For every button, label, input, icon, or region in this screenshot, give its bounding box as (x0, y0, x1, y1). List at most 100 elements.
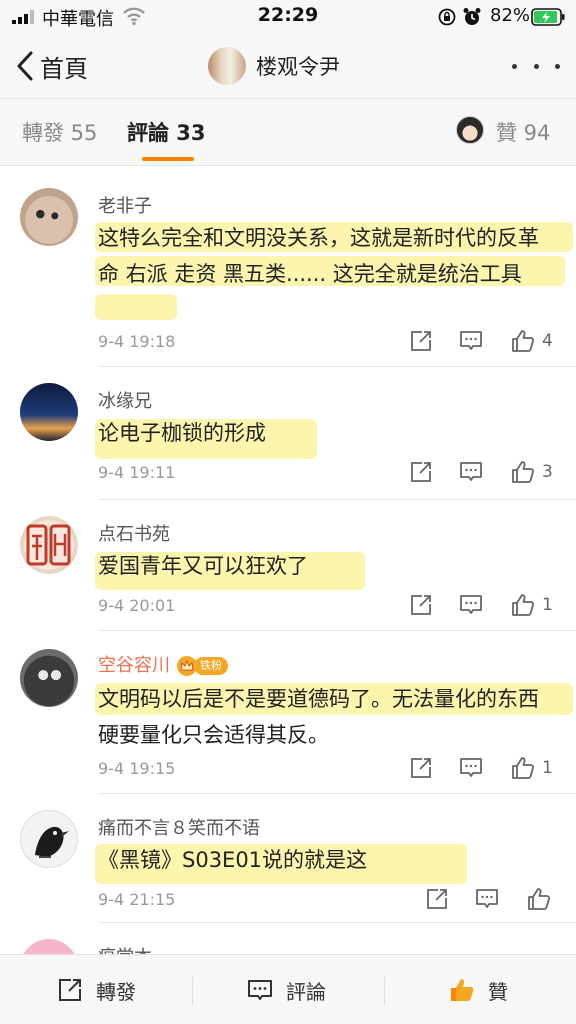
thumbs-up-icon (451, 979, 474, 1001)
share-button[interactable] (408, 457, 434, 487)
commenter-name-text: 空谷容川 (98, 655, 170, 676)
author-avatar[interactable] (208, 47, 246, 85)
comment-item: 冰缘兄 论电子枷锁的形成 9-4 19:11 3 (0, 367, 576, 500)
comment-item: 瘟堂本 (0, 923, 576, 954)
reply-button[interactable] (458, 326, 484, 356)
comment-icon (460, 462, 482, 481)
share-button[interactable] (408, 590, 434, 620)
highlight-mark (95, 294, 177, 320)
tab-comments[interactable]: 評論 33 (127, 117, 206, 147)
separator (192, 977, 193, 1005)
like-button[interactable]: 1 (510, 590, 553, 620)
comment-icon (460, 331, 482, 350)
more-dot-icon (555, 63, 560, 69)
share-icon (411, 462, 431, 482)
commenter-avatar[interactable] (20, 939, 78, 954)
tab-reposts[interactable]: 轉發 55 (22, 117, 97, 147)
comment-actions (420, 884, 576, 914)
comment-text: 爱国青年又可以狂欢了 (98, 554, 308, 578)
comment-icon (460, 595, 482, 614)
comment-time: 9-4 19:15 (98, 759, 176, 778)
reply-button[interactable] (458, 457, 484, 487)
comment-item: 痛而不言８笑而不语 《黑镜》S03E01说的就是这 9-4 21:15 (0, 794, 576, 923)
battery-percentage: 82% (490, 5, 531, 26)
commenter-name[interactable]: 空谷容川 铁粉 (98, 651, 228, 677)
commenter-name[interactable]: 痛而不言８笑而不语 (98, 814, 260, 840)
share-button[interactable] (408, 753, 434, 783)
tab-likes[interactable]: 贊 94 (496, 117, 550, 147)
more-dot-icon (512, 63, 517, 69)
commenter-avatar[interactable] (20, 810, 78, 868)
post-author[interactable]: 楼观令尹 (208, 46, 340, 86)
fan-badge-label: 铁粉 (194, 657, 228, 675)
like-button[interactable]: 3 (510, 457, 553, 487)
comment-text: 文明码以后是不是要道德码了。无法量化的东西硬要量化只会适得其反。 (98, 687, 539, 747)
thumbs-up-icon (512, 757, 535, 779)
share-icon (411, 758, 431, 778)
comment-icon (460, 758, 482, 777)
tab-bar: 轉發 55 評論 33 贊 94 (0, 98, 576, 166)
reply-button[interactable] (474, 884, 500, 914)
like-button[interactable]: 4 (510, 326, 553, 356)
more-dot-icon (533, 63, 539, 69)
commenter-avatar[interactable] (20, 383, 78, 441)
penguin-icon (35, 826, 69, 858)
comment-button[interactable]: 評論 (246, 955, 326, 1024)
author-name: 楼观令尹 (256, 55, 340, 79)
thumbs-up-icon (512, 461, 535, 483)
rotation-lock-icon (438, 8, 456, 26)
repost-label: 轉發 (96, 979, 136, 1004)
commenter-avatar[interactable] (20, 188, 78, 246)
comment-time: 9-4 19:11 (98, 463, 176, 482)
commenter-avatar[interactable] (20, 516, 78, 574)
share-icon (59, 979, 81, 1001)
like-post-button[interactable]: 贊 (448, 955, 508, 1024)
commenter-avatar[interactable] (20, 649, 78, 707)
active-tab-indicator (142, 157, 194, 161)
like-button[interactable] (526, 884, 552, 914)
comment-time: 9-4 20:01 (98, 596, 176, 615)
comment-text: 这特么完全和文明没关系，这就是新时代的反革命 右派 走资 黑五类...... 这… (98, 226, 539, 286)
comment-time: 9-4 21:15 (98, 890, 176, 909)
comment-time: 9-4 19:18 (98, 332, 176, 351)
share-icon (411, 595, 431, 615)
share-button[interactable] (408, 326, 434, 356)
comment-text: 论电子枷锁的形成 (98, 421, 266, 445)
like-count: 4 (542, 331, 553, 351)
comment-actions: 4 (404, 326, 564, 356)
comment-icon (248, 980, 272, 1000)
like-count: 1 (542, 595, 553, 615)
comment-item: 空谷容川 铁粉 文明码以后是不是要道德码了。无法量化的东西硬要量化只会适得其反。 … (0, 631, 576, 794)
share-icon (427, 889, 447, 909)
like-label: 贊 (488, 979, 508, 1004)
like-count: 1 (542, 758, 553, 778)
comment-actions: 1 (404, 590, 564, 620)
thumbs-up-icon (512, 594, 535, 616)
separator (384, 977, 385, 1005)
share-button[interactable] (424, 884, 450, 914)
comment-label: 評論 (286, 979, 326, 1004)
repost-button[interactable]: 轉發 (56, 955, 136, 1024)
reply-button[interactable] (458, 753, 484, 783)
back-label: 首頁 (40, 54, 88, 83)
comment-actions: 3 (404, 457, 564, 487)
thumbs-up-icon (528, 888, 551, 910)
battery-icon (531, 8, 565, 26)
seal-stamp-icon (26, 524, 71, 566)
nav-bar: 首頁 楼观令尹 (0, 34, 576, 98)
commenter-name[interactable]: 瘟堂本 (98, 943, 152, 954)
more-options-button[interactable] (512, 54, 560, 78)
commenter-name[interactable]: 点石书苑 (98, 520, 170, 546)
alarm-icon (463, 8, 481, 25)
thumbs-up-icon (512, 330, 535, 352)
commenter-name[interactable]: 冰缘兄 (98, 387, 152, 413)
like-button[interactable]: 1 (510, 753, 553, 783)
like-count: 3 (542, 462, 553, 482)
reply-button[interactable] (458, 590, 484, 620)
comment-list[interactable]: 老非子 这特么完全和文明没关系，这就是新时代的反革命 右派 走资 黑五类....… (0, 166, 576, 954)
comment-item: 老非子 这特么完全和文明没关系，这就是新时代的反革命 右派 走资 黑五类....… (0, 166, 576, 367)
share-icon (411, 331, 431, 351)
liker-avatar (456, 116, 484, 144)
commenter-name[interactable]: 老非子 (98, 192, 152, 218)
back-button[interactable]: 首頁 (14, 48, 88, 84)
